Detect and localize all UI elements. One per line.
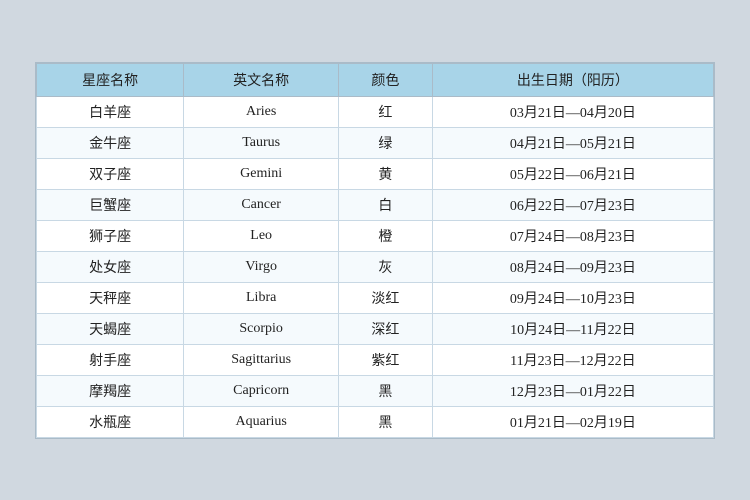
cell-r0-c3: 03月21日—04月20日	[432, 96, 713, 127]
cell-r4-c1: Leo	[184, 220, 339, 251]
cell-r10-c1: Aquarius	[184, 406, 339, 437]
table-row: 白羊座Aries红03月21日—04月20日	[37, 96, 714, 127]
cell-r1-c2: 绿	[339, 127, 433, 158]
table-row: 金牛座Taurus绿04月21日—05月21日	[37, 127, 714, 158]
cell-r2-c1: Gemini	[184, 158, 339, 189]
header-col-1: 英文名称	[184, 63, 339, 96]
table-row: 水瓶座Aquarius黑01月21日—02月19日	[37, 406, 714, 437]
table-row: 天秤座Libra淡红09月24日—10月23日	[37, 282, 714, 313]
header-col-0: 星座名称	[37, 63, 184, 96]
cell-r10-c3: 01月21日—02月19日	[432, 406, 713, 437]
table-row: 摩羯座Capricorn黑12月23日—01月22日	[37, 375, 714, 406]
cell-r0-c1: Aries	[184, 96, 339, 127]
cell-r8-c1: Sagittarius	[184, 344, 339, 375]
cell-r9-c0: 摩羯座	[37, 375, 184, 406]
cell-r9-c2: 黑	[339, 375, 433, 406]
cell-r6-c3: 09月24日—10月23日	[432, 282, 713, 313]
cell-r1-c0: 金牛座	[37, 127, 184, 158]
header-col-2: 颜色	[339, 63, 433, 96]
cell-r9-c3: 12月23日—01月22日	[432, 375, 713, 406]
cell-r8-c2: 紫红	[339, 344, 433, 375]
cell-r2-c2: 黄	[339, 158, 433, 189]
table-row: 射手座Sagittarius紫红11月23日—12月22日	[37, 344, 714, 375]
table-header-row: 星座名称英文名称颜色出生日期（阳历）	[37, 63, 714, 96]
cell-r7-c2: 深红	[339, 313, 433, 344]
cell-r2-c0: 双子座	[37, 158, 184, 189]
table-row: 处女座Virgo灰08月24日—09月23日	[37, 251, 714, 282]
cell-r1-c1: Taurus	[184, 127, 339, 158]
cell-r7-c0: 天蝎座	[37, 313, 184, 344]
zodiac-table: 星座名称英文名称颜色出生日期（阳历） 白羊座Aries红03月21日—04月20…	[36, 63, 714, 438]
cell-r6-c1: Libra	[184, 282, 339, 313]
cell-r10-c2: 黑	[339, 406, 433, 437]
cell-r5-c2: 灰	[339, 251, 433, 282]
table-row: 天蝎座Scorpio深红10月24日—11月22日	[37, 313, 714, 344]
cell-r3-c3: 06月22日—07月23日	[432, 189, 713, 220]
table-row: 双子座Gemini黄05月22日—06月21日	[37, 158, 714, 189]
cell-r4-c2: 橙	[339, 220, 433, 251]
table-body: 白羊座Aries红03月21日—04月20日金牛座Taurus绿04月21日—0…	[37, 96, 714, 437]
cell-r2-c3: 05月22日—06月21日	[432, 158, 713, 189]
cell-r3-c0: 巨蟹座	[37, 189, 184, 220]
cell-r8-c0: 射手座	[37, 344, 184, 375]
cell-r9-c1: Capricorn	[184, 375, 339, 406]
cell-r7-c1: Scorpio	[184, 313, 339, 344]
cell-r8-c3: 11月23日—12月22日	[432, 344, 713, 375]
table-row: 狮子座Leo橙07月24日—08月23日	[37, 220, 714, 251]
cell-r5-c0: 处女座	[37, 251, 184, 282]
cell-r6-c2: 淡红	[339, 282, 433, 313]
cell-r6-c0: 天秤座	[37, 282, 184, 313]
cell-r0-c2: 红	[339, 96, 433, 127]
zodiac-table-container: 星座名称英文名称颜色出生日期（阳历） 白羊座Aries红03月21日—04月20…	[35, 62, 715, 439]
cell-r4-c0: 狮子座	[37, 220, 184, 251]
cell-r3-c1: Cancer	[184, 189, 339, 220]
cell-r4-c3: 07月24日—08月23日	[432, 220, 713, 251]
cell-r7-c3: 10月24日—11月22日	[432, 313, 713, 344]
cell-r5-c3: 08月24日—09月23日	[432, 251, 713, 282]
cell-r10-c0: 水瓶座	[37, 406, 184, 437]
cell-r1-c3: 04月21日—05月21日	[432, 127, 713, 158]
cell-r3-c2: 白	[339, 189, 433, 220]
header-col-3: 出生日期（阳历）	[432, 63, 713, 96]
cell-r5-c1: Virgo	[184, 251, 339, 282]
table-row: 巨蟹座Cancer白06月22日—07月23日	[37, 189, 714, 220]
cell-r0-c0: 白羊座	[37, 96, 184, 127]
